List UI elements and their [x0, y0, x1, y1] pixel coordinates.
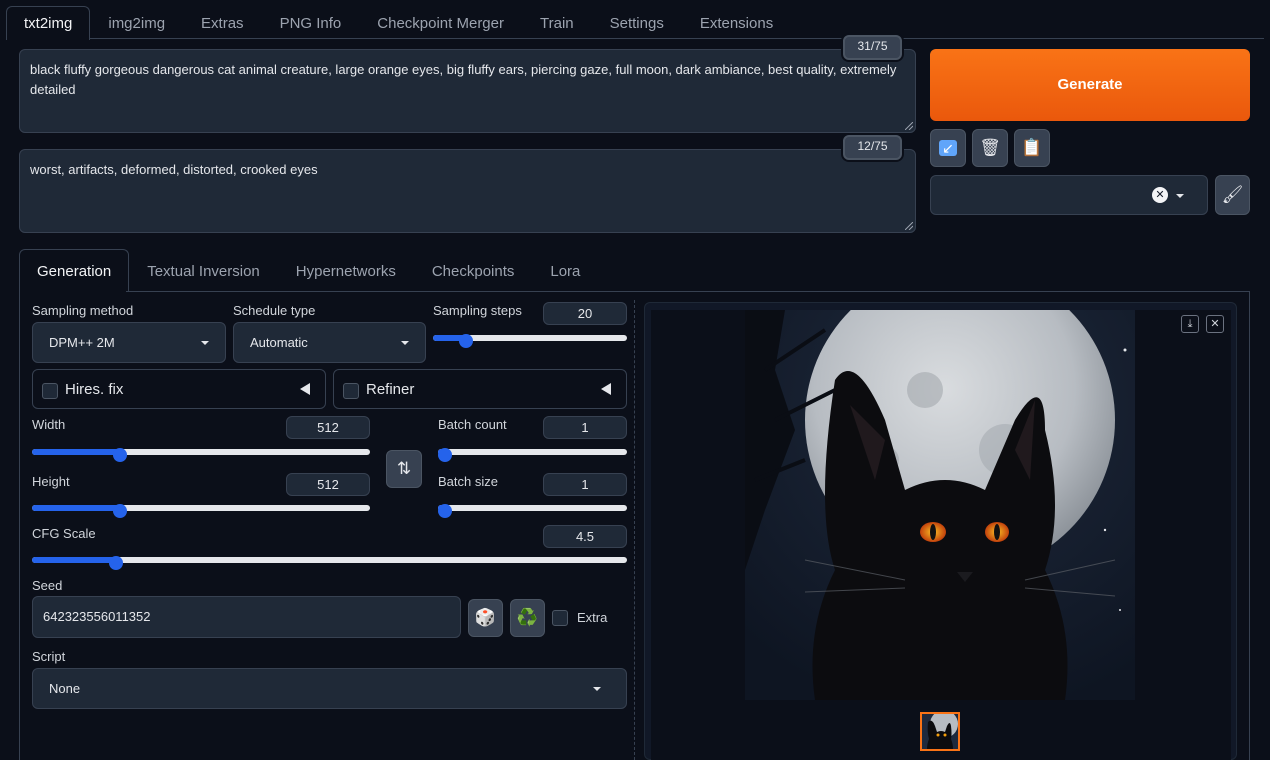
tab-textual-inversion[interactable]: Textual Inversion: [129, 249, 278, 292]
generate-button[interactable]: Generate: [930, 49, 1250, 121]
cfg-scale-label: CFG Scale: [32, 526, 96, 541]
refiner-checkbox[interactable]: [343, 383, 359, 399]
prompt-text: black fluffy gorgeous dangerous cat anim…: [30, 62, 897, 97]
clear-prompt-button[interactable]: 🗑: [972, 129, 1008, 167]
width-input[interactable]: 512: [286, 416, 370, 439]
prompt-textarea[interactable]: black fluffy gorgeous dangerous cat anim…: [19, 49, 916, 133]
seed-label: Seed: [32, 578, 63, 593]
read-params-button[interactable]: ↙: [930, 129, 966, 167]
cfg-scale-input[interactable]: 4.5: [543, 525, 627, 548]
batch-count-slider[interactable]: [438, 448, 627, 462]
generated-image[interactable]: [745, 310, 1135, 700]
download-icon[interactable]: ⤓: [1181, 315, 1199, 333]
sampling-method-value: DPM++ 2M: [49, 335, 115, 350]
negative-token-counter: 12/75: [843, 135, 902, 160]
tab-generation[interactable]: Generation: [19, 249, 130, 292]
chevron-down-icon: [593, 687, 601, 691]
tab-checkpoints[interactable]: Checkpoints: [414, 249, 533, 292]
seed-input[interactable]: 642323556011352: [32, 596, 461, 638]
sampling-steps-slider[interactable]: [433, 334, 627, 348]
tab-extras[interactable]: Extras: [183, 6, 262, 40]
random-seed-button[interactable]: 🎲: [468, 599, 503, 637]
tab-settings[interactable]: Settings: [592, 6, 682, 40]
cfg-scale-slider[interactable]: [32, 556, 627, 570]
edit-styles-button[interactable]: 🖌: [1215, 175, 1250, 215]
tab-png-info[interactable]: PNG Info: [262, 6, 360, 40]
resize-grip-icon[interactable]: [905, 222, 913, 230]
swap-dimensions-button[interactable]: ⇅: [386, 450, 422, 488]
chevron-down-icon: [401, 341, 409, 345]
recycle-icon: ♻️: [516, 608, 539, 627]
tab-train[interactable]: Train: [522, 6, 592, 40]
tab-txt2img[interactable]: txt2img: [6, 6, 91, 40]
schedule-type-dropdown[interactable]: Automatic: [233, 322, 426, 363]
extra-seed-checkbox[interactable]: [552, 610, 568, 626]
script-label: Script: [32, 649, 66, 664]
tab-hypernetworks[interactable]: Hypernetworks: [278, 249, 414, 292]
tabs-divider: [90, 38, 1264, 39]
script-value: None: [49, 681, 81, 696]
refiner-accordion[interactable]: Refiner: [333, 369, 627, 409]
height-slider[interactable]: [32, 504, 370, 518]
styles-dropdown[interactable]: ✕: [930, 175, 1208, 215]
sampling-steps-label: Sampling steps: [433, 303, 522, 318]
paste-styles-button[interactable]: 📋: [1014, 129, 1050, 167]
chevron-down-icon: [1176, 194, 1184, 198]
close-icon[interactable]: ✕: [1206, 315, 1224, 333]
negative-prompt-text: worst, artifacts, deformed, distorted, c…: [30, 162, 318, 177]
tab-lora[interactable]: Lora: [532, 249, 598, 292]
chevron-down-icon: [201, 341, 209, 345]
reuse-seed-button[interactable]: ♻️: [510, 599, 545, 637]
tab-checkpoint-merger[interactable]: Checkpoint Merger: [359, 6, 522, 40]
extra-label: Extra: [577, 610, 608, 625]
width-slider[interactable]: [32, 448, 370, 462]
batch-count-label: Batch count: [438, 417, 507, 432]
refiner-label: Refiner: [366, 381, 415, 398]
resize-grip-icon[interactable]: [905, 122, 913, 130]
tab-extensions[interactable]: Extensions: [682, 6, 791, 40]
tab-img2img[interactable]: img2img: [90, 6, 183, 40]
paintbrush-icon: 🖌: [1221, 185, 1244, 204]
hires-fix-label: Hires. fix: [65, 381, 124, 398]
dice-icon: 🎲: [474, 608, 497, 627]
clear-icon[interactable]: ✕: [1152, 187, 1168, 203]
prompt-token-counter: 31/75: [843, 35, 902, 60]
panel-border: [19, 291, 20, 760]
height-input[interactable]: 512: [286, 473, 370, 496]
script-dropdown[interactable]: None: [32, 668, 627, 709]
gallery-thumbnail[interactable]: [920, 712, 960, 751]
trash-icon: 🗑: [979, 138, 1001, 157]
collapse-triangle-icon[interactable]: [601, 383, 611, 395]
generation-tabs: Generation Textual Inversion Hypernetwor…: [19, 249, 598, 292]
schedule-type-value: Automatic: [250, 335, 308, 350]
sampling-method-label: Sampling method: [32, 303, 134, 318]
subtabs-divider: [126, 291, 1250, 292]
panel-border: [1249, 291, 1250, 760]
batch-count-input[interactable]: 1: [543, 416, 627, 439]
column-divider: [634, 300, 635, 760]
sampling-steps-input[interactable]: 20: [543, 302, 627, 325]
sampling-method-dropdown[interactable]: DPM++ 2M: [32, 322, 226, 363]
schedule-type-label: Schedule type: [233, 303, 316, 318]
hires-fix-accordion[interactable]: Hires. fix: [32, 369, 326, 409]
batch-size-input[interactable]: 1: [543, 473, 627, 496]
collapse-triangle-icon[interactable]: [300, 383, 310, 395]
main-tabs: txt2img img2img Extras PNG Info Checkpoi…: [6, 6, 791, 40]
clipboard-icon: 📋: [1021, 138, 1043, 157]
arrow-down-left-icon: ↙: [939, 140, 957, 156]
negative-prompt-textarea[interactable]: worst, artifacts, deformed, distorted, c…: [19, 149, 916, 233]
hires-fix-checkbox[interactable]: [42, 383, 58, 399]
batch-size-label: Batch size: [438, 474, 498, 489]
height-label: Height: [32, 474, 70, 489]
batch-size-slider[interactable]: [438, 504, 627, 518]
swap-arrows-icon: ⇅: [396, 459, 412, 478]
width-label: Width: [32, 417, 66, 432]
